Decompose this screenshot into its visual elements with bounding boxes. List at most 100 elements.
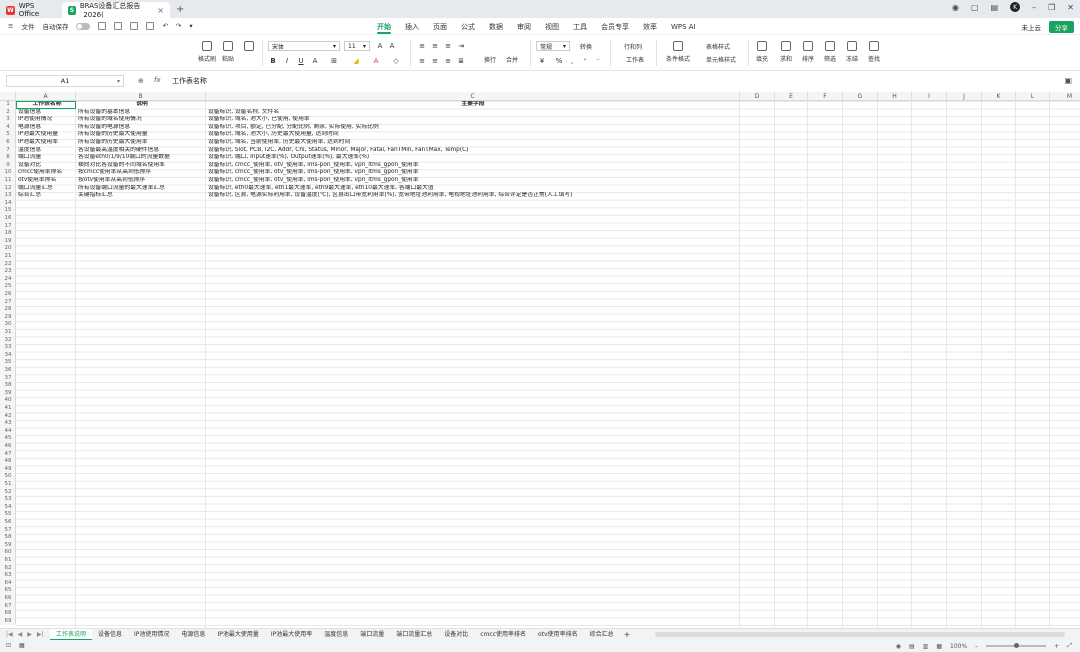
convert-button[interactable]: 转换 [580,42,592,51]
row-header-55[interactable]: 55 [0,511,16,519]
tab-4[interactable]: 数据 [482,18,510,35]
column-header-d[interactable]: D [740,92,775,101]
column-header-c[interactable]: C [206,92,740,101]
row-header-23[interactable]: 23 [0,268,16,276]
bold-icon[interactable]: B [269,57,277,65]
spreadsheet-grid[interactable]: ABCDEFGHIJKLM 1 2 3 4 5 6 7 8 9 10 11 12 13 14 15 16 17 1… [0,92,1080,628]
align-middle-icon[interactable]: ≡ [431,42,439,50]
tab-wps-office[interactable]: W WPS Office [0,2,62,18]
fit-icon[interactable]: ⤢ [1067,642,1072,650]
sheet-tab[interactable]: 电源信息 [175,629,211,641]
tab-10[interactable]: WPS AI [664,18,703,35]
sheet-tab[interactable]: IP池最大使用率 [265,629,318,641]
italic-icon[interactable]: I [283,57,291,65]
row-header-22[interactable]: 22 [0,261,16,269]
row-header-28[interactable]: 28 [0,306,16,314]
row-header-31[interactable]: 31 [0,329,16,337]
freeze-button[interactable]: 冻结 [846,41,858,63]
sheet-status-icon[interactable]: ▦ [19,642,25,649]
row-header-58[interactable]: 58 [0,534,16,542]
row-header-21[interactable]: 21 [0,253,16,261]
column-header-f[interactable]: F [808,92,843,101]
increase-decimal-icon[interactable]: ⁺ [581,57,589,65]
strike-icon[interactable]: A [311,57,319,65]
redo-icon[interactable]: ↷ [176,22,181,30]
sort-button[interactable]: 排序 [802,41,814,63]
page-layout-icon[interactable]: ▥ [923,643,929,650]
row-header-7[interactable]: 7 [0,147,16,155]
wrap-button[interactable]: 换行 [484,55,496,64]
column-header-l[interactable]: L [1016,92,1050,101]
window-icon[interactable]: ▢ [971,3,979,12]
row-header-26[interactable]: 26 [0,291,16,299]
row-header-67[interactable]: 67 [0,603,16,611]
column-header-e[interactable]: E [775,92,808,101]
tab-document[interactable]: S BRAS设备汇总报告_2026( × [62,2,170,19]
row-header-54[interactable]: 54 [0,504,16,512]
row-header-16[interactable]: 16 [0,215,16,223]
sheet-tab[interactable]: 设备信息 [92,629,128,641]
row-header-69[interactable]: 69 [0,618,16,626]
align-left-icon[interactable]: ≡ [418,57,426,65]
sheet-tab[interactable]: otv使用率排名 [532,629,584,641]
row-header-24[interactable]: 24 [0,276,16,284]
select-all-corner[interactable] [0,92,16,101]
row-header-43[interactable]: 43 [0,420,16,428]
number-format-select[interactable]: 常规 ▾ [536,41,570,51]
worksheet-button[interactable]: 工作表 [626,55,644,64]
normal-view-icon[interactable]: ▤ [909,643,915,650]
row-header-56[interactable]: 56 [0,519,16,527]
rows-cols-button[interactable]: 行和列 [624,42,642,51]
cell[interactable]: 所有设备端口流量的最大速率汇总 [78,185,206,193]
zoom-slider[interactable] [986,643,1047,648]
find-button[interactable]: 查找 [868,41,880,63]
cell[interactable]: 电源信息 [18,124,76,132]
cell[interactable]: 设备对比 [18,162,76,170]
row-header-36[interactable]: 36 [0,367,16,375]
underline-icon[interactable]: U [297,57,305,65]
row-header-52[interactable]: 52 [0,489,16,497]
cell[interactable]: 设备标识, 域名, 池大小, 已使用, 使用率 [208,116,738,124]
row-header-45[interactable]: 45 [0,435,16,443]
last-sheet-icon[interactable]: ▶| [37,631,44,638]
print-icon[interactable] [130,22,139,30]
tab-2[interactable]: 页面 [426,18,454,35]
row-header-11[interactable]: 11 [0,177,16,185]
expand-icon[interactable]: ▣ [1064,76,1072,85]
tab-1[interactable]: 插入 [398,18,426,35]
cell[interactable]: 设备标识, cmcc_使用率, otv_使用率, ims-pon_使用率, vp… [208,162,738,170]
align-top-icon[interactable]: ≡ [418,42,426,50]
fill-button[interactable]: 填充 [756,41,768,63]
horizontal-scrollbar[interactable] [655,632,1065,637]
cell[interactable]: 各设备最高温度相关的硬件信息 [78,147,206,155]
row-header-20[interactable]: 20 [0,245,16,253]
row-header-13[interactable]: 13 [0,192,16,200]
sheet-tab[interactable]: 端口流量汇总 [390,629,438,641]
cell[interactable]: 所有设备的电源信息 [78,124,206,132]
cell[interactable]: cmcc使用率排名 [18,169,76,177]
preview-icon[interactable] [146,22,155,30]
sheet-tab[interactable]: 工作表说明 [50,628,93,641]
row-header-15[interactable]: 15 [0,207,16,215]
macro-icon[interactable]: ⊡ [6,642,11,649]
sheet-tab[interactable]: 温度信息 [318,629,354,641]
row-header-62[interactable]: 62 [0,565,16,573]
row-header-59[interactable]: 59 [0,542,16,550]
cell[interactable]: 按otv使用率从高到低排序 [78,177,206,185]
zoom-in-icon[interactable]: + [1054,643,1059,650]
share-button[interactable]: 分享 [1049,21,1074,33]
tab-8[interactable]: 会员专享 [594,18,636,35]
cell[interactable]: 各设备eth0/1/9/10端口的流量数据 [78,154,206,162]
row-header-53[interactable]: 53 [0,496,16,504]
row-header-18[interactable]: 18 [0,230,16,238]
page-break-icon[interactable]: ▦ [936,643,942,650]
row-header-25[interactable]: 25 [0,283,16,291]
close-icon[interactable]: × [157,6,164,15]
next-sheet-icon[interactable]: ▶ [27,631,32,638]
cell[interactable]: 设备标识, 设备名称, 文件名 [208,109,738,117]
percent-icon[interactable]: % [555,57,563,65]
cell[interactable]: 设备标识, 域名, 池大小, 历史最大使用量, 达到时间 [208,131,738,139]
column-header-g[interactable]: G [843,92,878,101]
cell-style-button[interactable]: 单元格样式 [706,55,736,64]
sheet-tab[interactable]: 设备对比 [438,629,474,641]
